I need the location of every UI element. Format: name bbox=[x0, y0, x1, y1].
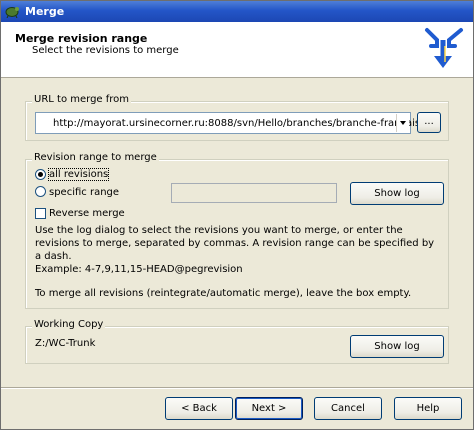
revision-range-input[interactable] bbox=[171, 183, 337, 203]
specific-range-radio[interactable] bbox=[35, 186, 46, 197]
show-log-button[interactable]: Show log bbox=[350, 182, 444, 205]
url-value: http://mayorat.ursinecorner.ru:8088/svn/… bbox=[53, 118, 427, 129]
working-copy-path: Z:/WC-Trunk bbox=[35, 338, 96, 349]
revision-example-text: Example: 4-7,9,11,15-HEAD@pegrevision bbox=[35, 264, 243, 275]
specific-range-label[interactable]: specific range bbox=[49, 187, 119, 198]
merge-logo-icon bbox=[421, 26, 467, 72]
url-combobox[interactable]: http://mayorat.ursinecorner.ru:8088/svn/… bbox=[35, 112, 426, 134]
reintegrate-note-text: To merge all revisions (reintegrate/auto… bbox=[35, 288, 412, 299]
page-subtitle: Select the revisions to merge bbox=[32, 45, 179, 56]
title-bar[interactable]: Merge bbox=[1, 1, 473, 22]
cancel-button[interactable]: Cancel bbox=[314, 397, 382, 420]
revision-range-label: Revision range to merge bbox=[32, 152, 159, 163]
url-group-label: URL to merge from bbox=[32, 94, 132, 105]
back-button[interactable]: < Back bbox=[165, 397, 233, 420]
reverse-merge-checkbox[interactable] bbox=[35, 208, 46, 219]
window-title: Merge bbox=[25, 5, 65, 18]
working-copy-show-log-button[interactable]: Show log bbox=[350, 335, 444, 358]
reverse-merge-label[interactable]: Reverse merge bbox=[49, 208, 125, 219]
next-button[interactable]: Next > bbox=[235, 397, 303, 420]
tortoise-app-icon bbox=[5, 5, 19, 19]
help-button[interactable]: Help bbox=[394, 397, 462, 420]
browse-url-button[interactable]: ... bbox=[417, 112, 441, 133]
merge-dialog: Merge Merge revision range Select the re… bbox=[0, 0, 474, 430]
working-copy-label: Working Copy bbox=[32, 319, 106, 330]
revision-help-text: Use the log dialog to select the revisio… bbox=[35, 225, 435, 262]
page-title: Merge revision range bbox=[15, 32, 148, 45]
footer-separator bbox=[1, 387, 473, 389]
wizard-header: Merge revision range Select the revision… bbox=[1, 22, 473, 78]
all-revisions-label[interactable]: all revisions bbox=[47, 168, 110, 181]
all-revisions-radio[interactable] bbox=[35, 169, 46, 180]
dropdown-arrow-icon[interactable] bbox=[396, 114, 409, 132]
